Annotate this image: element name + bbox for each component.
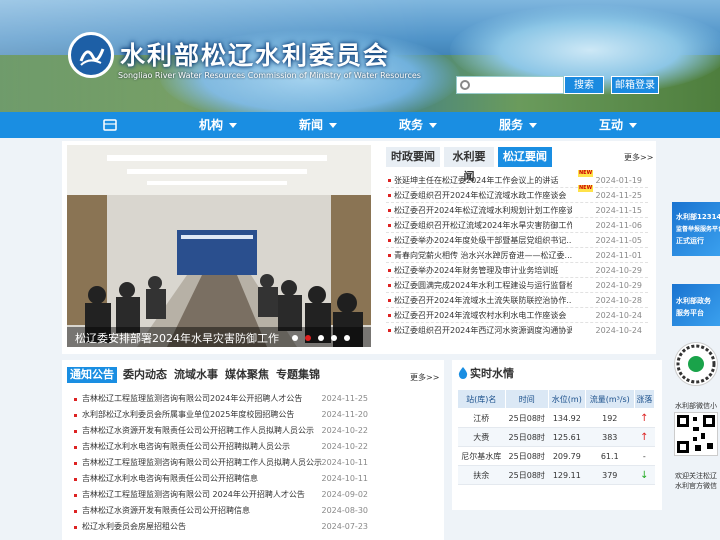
nav-item-interact[interactable]: 互动	[599, 112, 638, 138]
fall-arrow-icon: ↓	[634, 465, 655, 485]
news-more-link[interactable]: 更多>>	[624, 152, 653, 163]
rise-arrow-icon: ↑	[634, 427, 655, 447]
slide-dot-active[interactable]	[305, 335, 311, 341]
wechat-label-1: 欢迎关注松辽	[675, 472, 717, 480]
wechat-qr[interactable]	[674, 412, 718, 456]
chevron-down-icon	[229, 123, 238, 128]
new-badge: NEW	[578, 170, 594, 177]
search-button[interactable]: 搜索	[564, 76, 604, 94]
qr-code-icon	[677, 415, 715, 453]
list-item[interactable]: 松辽委召开2024年流域农村水利水电工作座谈会 2024-10-24	[386, 308, 648, 323]
nav-item-org[interactable]: 机构	[199, 112, 238, 138]
header-banner: 水利部松辽水利委员会 Songliao River Water Resource…	[0, 0, 720, 112]
table-row[interactable]: 尼尔基水库 25日08时 209.79 61.1 -	[457, 446, 655, 466]
slide-dot[interactable]	[318, 335, 324, 341]
rise-arrow-icon: ↑	[634, 408, 655, 428]
list-item[interactable]: 松辽委召开2024年流域水土流失联防联控治协作... 2024-10-28	[386, 293, 648, 308]
site-logo[interactable]	[68, 32, 114, 78]
tab-notices[interactable]: 通知公告	[67, 367, 117, 383]
list-item[interactable]: 张延坤主任在松辽委2024年工作会议上的讲话 NEW 2024-01-19	[386, 170, 648, 188]
water-title: 实时水情	[470, 367, 514, 380]
chevron-down-icon	[329, 123, 338, 128]
tab-basin-affairs[interactable]: 流域水事	[171, 367, 221, 383]
nav-item-gov[interactable]: 政务	[399, 112, 438, 138]
qr-code-icon	[676, 344, 716, 384]
home-icon[interactable]	[103, 118, 117, 132]
photo-slider[interactable]: 松辽委安排部署2024年水旱灾害防御工作	[67, 145, 371, 347]
list-item[interactable]: 水利部松辽水利委员会所属事业单位2025年度校园招聘公告 2024-11-20	[72, 407, 372, 423]
slide-dot[interactable]	[344, 335, 350, 341]
nav-item-news[interactable]: 新闻	[299, 112, 338, 138]
notices-more-link[interactable]: 更多>>	[410, 372, 439, 383]
list-item[interactable]: 吉林松辽水利水电咨询有限责任公司公开招聘拟聘人员公示 2024-10-22	[72, 439, 372, 455]
report-platform-banner[interactable]: 水利部12314 监督举报服务平台 正式运行	[672, 202, 720, 256]
list-item[interactable]: 吉林松辽水资源开发有限责任公司公开招聘工作人员拟聘人员公示 2024-10-22	[72, 423, 372, 439]
site-title: 水利部松辽水利委员会	[120, 41, 391, 70]
list-item[interactable]: 松辽委召开2024年松辽流域水利规划计划工作座谈会 2024-11-15	[386, 203, 648, 218]
table-row[interactable]: 大赉 25日08时 125.61 383 ↑	[457, 427, 655, 447]
table-row[interactable]: 扶余 25日08时 129.11 379 ↓	[457, 465, 655, 485]
search-box	[456, 76, 564, 94]
list-item[interactable]: 青春向党薪火相传 治水兴水踔厉奋进——松辽委... 2024-11-01	[386, 248, 648, 263]
wechat-label-2: 水利官方微信	[675, 482, 717, 490]
mail-login-button[interactable]: 邮箱登录	[611, 76, 659, 94]
flat-dash-icon: -	[634, 446, 655, 466]
chevron-down-icon	[429, 123, 438, 128]
slide-caption[interactable]: 松辽委安排部署2024年水旱灾害防御工作	[75, 330, 279, 346]
chevron-down-icon	[529, 123, 538, 128]
list-item[interactable]: 吉林松辽水资源开发有限责任公司公开招聘信息 2024-08-30	[72, 503, 372, 519]
water-logo-icon	[79, 48, 105, 66]
meeting-photo	[67, 145, 371, 347]
slide-dot[interactable]	[331, 335, 337, 341]
list-item[interactable]: 松辽委举办2024年财务管理及审计业务培训班 2024-10-29	[386, 263, 648, 278]
list-item[interactable]: 松辽委举办2024年度处级干部暨基层党组织书记... 2024-11-05	[386, 233, 648, 248]
search-icon	[460, 80, 470, 90]
slide-dot[interactable]	[292, 335, 298, 341]
list-item[interactable]: 吉林松辽工程监理监测咨询有限公司 2024年公开招聘人才公告 2024-09-02	[72, 487, 372, 503]
mini-program-qr[interactable]	[674, 342, 718, 386]
list-item[interactable]: 松辽委组织召开2024年松辽流域水政工作座谈会 NEW 2024-11-25	[386, 185, 648, 203]
tab-politics-news[interactable]: 时政要闻	[386, 147, 440, 167]
list-item[interactable]: 松辽水利委员会房屋招租公告 2024-07-23	[72, 519, 372, 535]
tab-water-news[interactable]: 水利要闻	[444, 147, 494, 183]
water-table: 站(库)名 时间 水位(m) 流量(m³/s) 涨落 江桥 25日08时 134…	[457, 389, 656, 485]
tab-media[interactable]: 媒体聚焦	[222, 367, 272, 383]
list-item[interactable]: 松辽委组织召开松辽流域2024年水旱灾害防御工作... 2024-11-06	[386, 218, 648, 233]
water-drop-icon	[458, 367, 468, 379]
search-input[interactable]	[473, 78, 561, 92]
table-row[interactable]: 江桥 25日08时 134.92 192 ↑	[457, 408, 655, 428]
main-nav: 机构 新闻 政务 服务 互动	[0, 112, 720, 138]
tab-topics[interactable]: 专题集锦	[273, 367, 323, 383]
site-subtitle: Songliao River Water Resources Commissio…	[118, 71, 421, 80]
list-item[interactable]: 吉林松辽工程监理监测咨询有限公司公开招聘工作人员拟聘人员公示 2024-10-11	[72, 455, 372, 471]
list-item[interactable]: 松辽委圆满完成2024年水利工程建设与运行监督检... 2024-10-29	[386, 278, 648, 293]
nav-item-service[interactable]: 服务	[499, 112, 538, 138]
tab-songliao-news[interactable]: 松辽要闻	[498, 147, 552, 167]
new-badge: NEW	[578, 185, 594, 192]
list-item[interactable]: 吉林松辽工程监理监测咨询有限公司2024年公开招聘人才公告 2024-11-25	[72, 391, 372, 407]
list-item[interactable]: 松辽委组织召开2024年西辽河水资源调度沟通协调... 2024-10-24	[386, 323, 648, 338]
table-header: 站(库)名 时间 水位(m) 流量(m³/s) 涨落	[457, 389, 656, 409]
chevron-down-icon	[629, 123, 638, 128]
list-item[interactable]: 吉林松辽水利水电咨询有限责任公司公开招聘信息 2024-10-11	[72, 471, 372, 487]
gov-service-banner[interactable]: 水利部政务 服务平台	[672, 284, 720, 326]
tab-internal-news[interactable]: 委内动态	[120, 367, 170, 383]
